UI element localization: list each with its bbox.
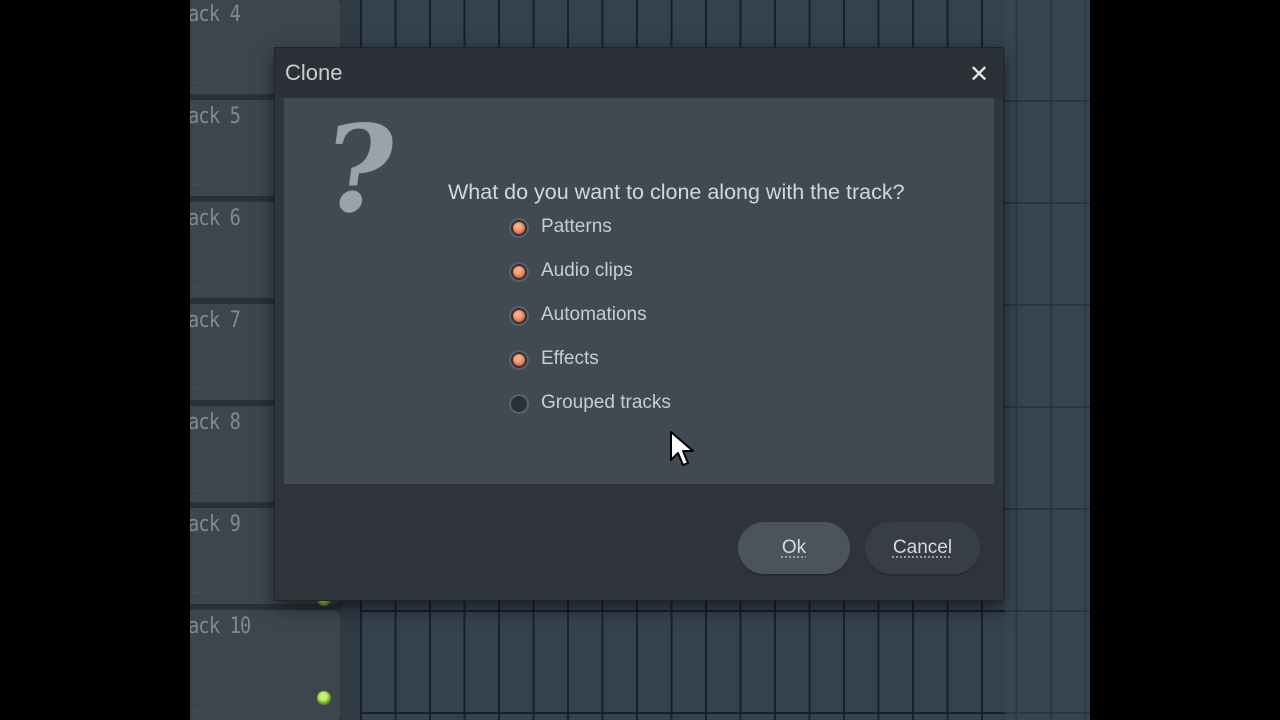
option-label: Automations [541, 304, 647, 325]
option-label: Effects [541, 348, 599, 369]
radio-icon[interactable] [509, 350, 529, 370]
dialog-title: Clone [285, 60, 343, 85]
track-handle: ... [194, 585, 207, 596]
option-label: Patterns [541, 216, 612, 237]
track-handle: ... [194, 381, 207, 392]
option-automations[interactable]: Automations [509, 302, 769, 332]
option-label: Grouped tracks [541, 392, 671, 413]
radio-checked-dot [513, 222, 525, 234]
track-handle: ... [194, 483, 207, 494]
close-icon[interactable]: ✕ [963, 60, 995, 88]
track-label: ack 8 [190, 410, 241, 435]
dialog-prompt: What do you want to clone along with the… [448, 180, 905, 204]
radio-icon[interactable] [509, 218, 529, 238]
option-audio-clips[interactable]: Audio clips [509, 258, 769, 288]
radio-icon[interactable] [509, 262, 529, 282]
track-header[interactable]: ack 10 ... [190, 610, 342, 720]
radio-icon[interactable] [509, 394, 529, 414]
ok-button[interactable]: Ok [738, 522, 850, 574]
dialog-titlebar[interactable]: Clone ✕ [275, 48, 1003, 98]
track-label: ack 5 [190, 104, 241, 129]
option-effects[interactable]: Effects [509, 346, 769, 376]
track-label: ack 4 [190, 2, 241, 27]
track-label: ack 10 [190, 614, 251, 639]
mouse-cursor-icon [670, 431, 694, 466]
option-label: Audio clips [541, 260, 633, 281]
track-label: ack 9 [190, 512, 241, 537]
dialog-content: ? What do you want to clone along with t… [284, 98, 994, 484]
radio-icon[interactable] [509, 306, 529, 326]
track-handle: ... [194, 177, 207, 188]
radio-checked-dot [513, 266, 525, 278]
option-patterns[interactable]: Patterns [509, 214, 769, 244]
radio-checked-dot [513, 354, 525, 366]
option-grouped-tracks[interactable]: Grouped tracks [509, 390, 769, 420]
track-led-icon[interactable] [317, 691, 331, 705]
track-handle: ... [194, 279, 207, 290]
cancel-button[interactable]: Cancel [865, 522, 980, 574]
clone-dialog: Clone ✕ ? What do you want to clone alon… [275, 48, 1003, 600]
track-label: ack 6 [190, 206, 241, 231]
question-icon: ? [314, 99, 405, 240]
track-handle: ... [194, 75, 207, 86]
track-label: ack 7 [190, 308, 241, 333]
radio-checked-dot [513, 310, 525, 322]
playlist-grid-highlight [1005, 0, 1090, 720]
track-handle: ... [194, 703, 207, 714]
